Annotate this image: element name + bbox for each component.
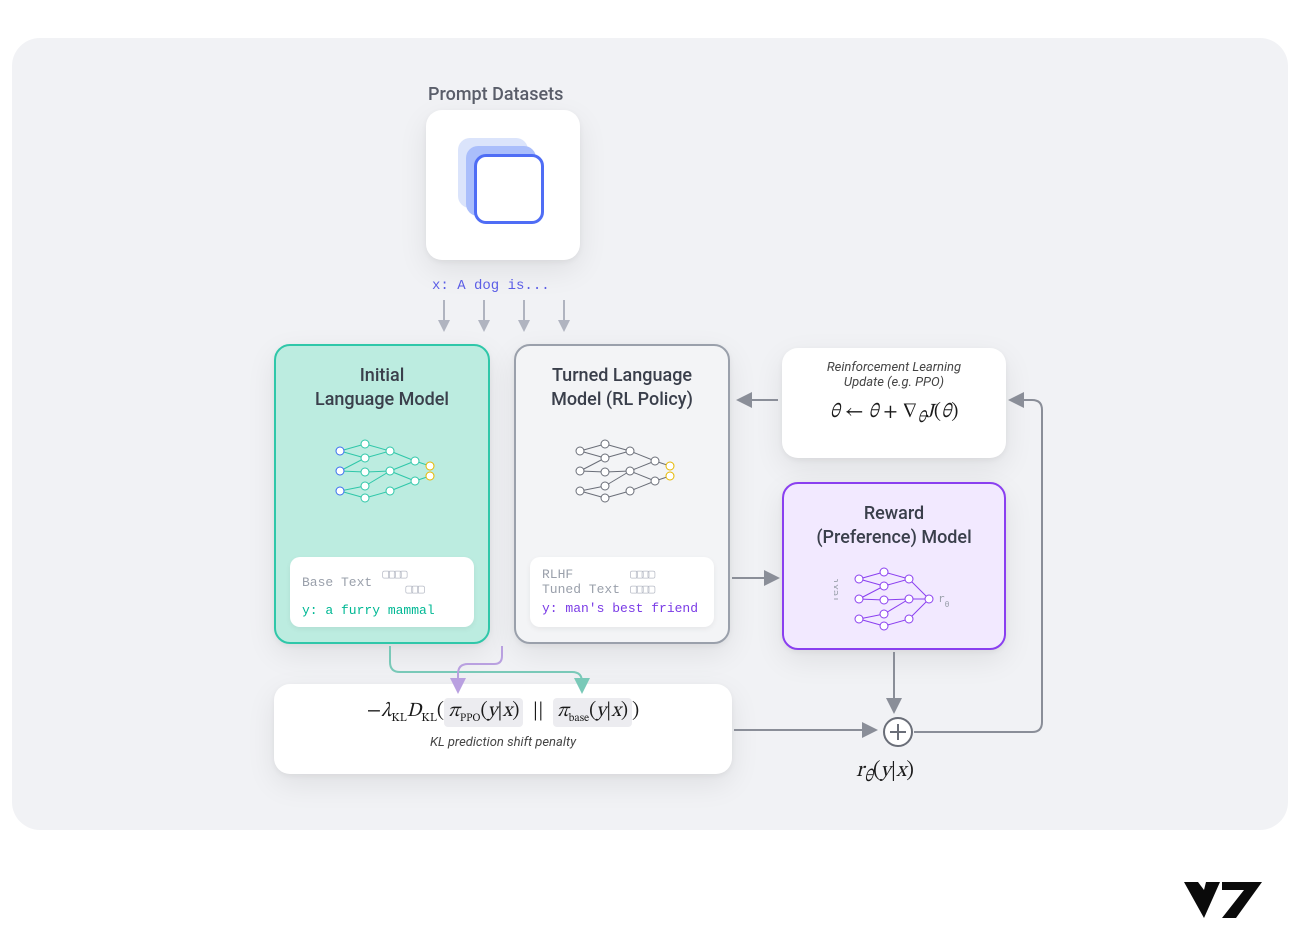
arrows-layer [12, 38, 1288, 830]
v7-logo-icon [1182, 876, 1264, 924]
diagram-canvas: Prompt Datasets x: A dog is... Initial L… [12, 38, 1288, 830]
